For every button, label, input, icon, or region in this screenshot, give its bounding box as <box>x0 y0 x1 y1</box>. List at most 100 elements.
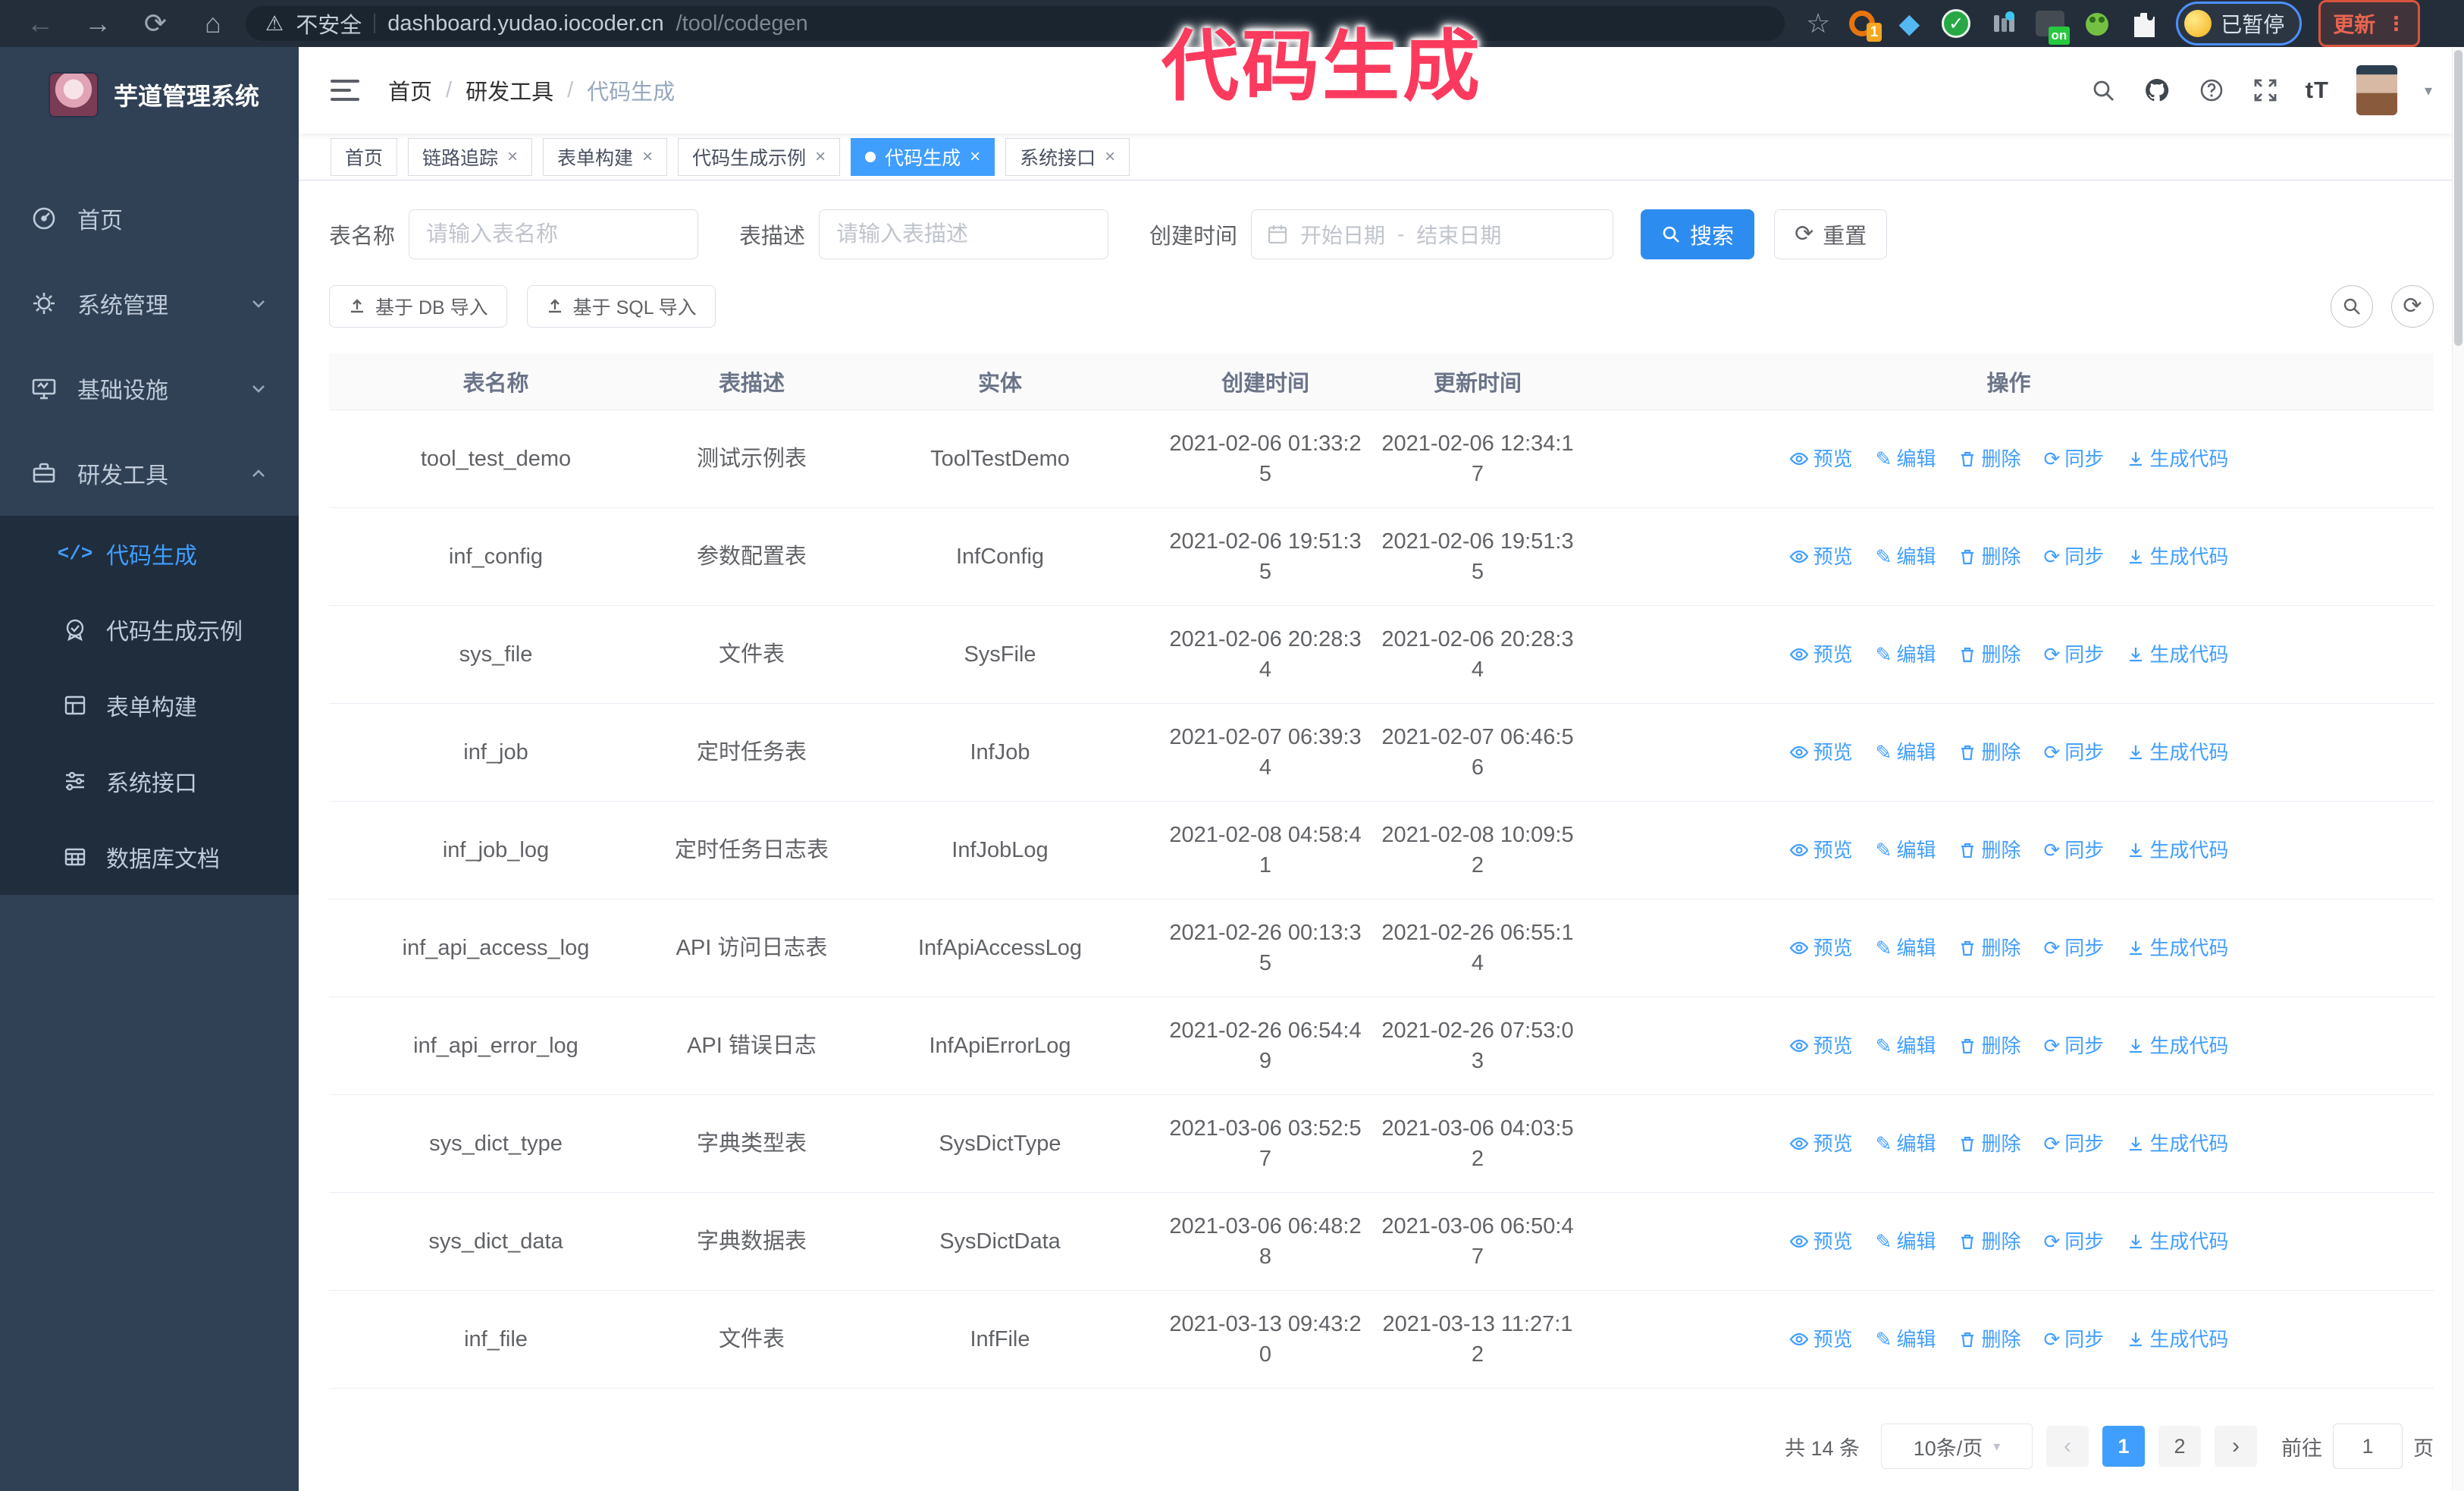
github-icon[interactable] <box>2143 77 2171 104</box>
preview-link[interactable]: 预览 <box>1789 541 1853 572</box>
extension-icon-proxy[interactable]: 1 <box>1847 8 1882 42</box>
edit-link[interactable]: ✎ 编辑 <box>1876 835 1936 865</box>
sidebar-item-codegen-demo[interactable]: 代码生成示例 <box>0 592 299 667</box>
close-icon[interactable]: × <box>642 147 653 166</box>
sync-link[interactable]: ⟳ 同步 <box>2044 1031 2105 1061</box>
toggle-search-button[interactable] <box>2331 285 2373 328</box>
preview-link[interactable]: 预览 <box>1789 1226 1853 1257</box>
edit-link[interactable]: ✎ 编辑 <box>1876 444 1936 474</box>
generate-code-link[interactable]: 生成代码 <box>2127 444 2228 474</box>
close-icon[interactable]: × <box>507 147 518 166</box>
edit-link[interactable]: ✎ 编辑 <box>1876 1226 1936 1257</box>
delete-link[interactable]: 删除 <box>1958 933 2021 963</box>
browser-forward-icon[interactable]: → <box>73 0 123 47</box>
page-size-select[interactable]: 10条/页 ▾ <box>1881 1424 2033 1469</box>
preview-link[interactable]: 预览 <box>1789 1324 1853 1354</box>
generate-code-link[interactable]: 生成代码 <box>2127 933 2228 963</box>
sync-link[interactable]: ⟳ 同步 <box>2044 933 2105 963</box>
delete-link[interactable]: 删除 <box>1958 1324 2021 1354</box>
generate-code-link[interactable]: 生成代码 <box>2127 1324 2228 1354</box>
generate-code-link[interactable]: 生成代码 <box>2127 541 2228 572</box>
extension-icon-onbox[interactable]: on <box>2035 8 2071 45</box>
browser-menu-dots-icon[interactable]: ⋮ <box>2386 12 2406 36</box>
sync-link[interactable]: ⟳ 同步 <box>2044 1324 2105 1354</box>
sync-link[interactable]: ⟳ 同步 <box>2044 1226 2105 1257</box>
profile-paused-pill[interactable]: 已暂停 <box>2176 2 2303 46</box>
goto-page-input[interactable] <box>2333 1424 2403 1469</box>
fullscreen-icon[interactable] <box>2252 77 2278 103</box>
delete-link[interactable]: 删除 <box>1958 639 2021 670</box>
sidebar-item-codegen[interactable]: </> 代码生成 <box>0 516 299 592</box>
browser-back-icon[interactable]: ← <box>15 0 65 47</box>
extension-icon-animal[interactable] <box>2082 8 2112 39</box>
delete-link[interactable]: 删除 <box>1958 1031 2021 1061</box>
next-page-button[interactable]: › <box>2215 1426 2257 1467</box>
edit-link[interactable]: ✎ 编辑 <box>1876 1128 1936 1159</box>
edit-link[interactable]: ✎ 编辑 <box>1876 737 1936 767</box>
preview-link[interactable]: 预览 <box>1789 737 1853 767</box>
close-icon[interactable]: × <box>970 147 980 166</box>
generate-code-link[interactable]: 生成代码 <box>2127 639 2228 670</box>
page-button-1[interactable]: 1 <box>2102 1426 2145 1467</box>
preview-link[interactable]: 预览 <box>1789 1128 1853 1159</box>
preview-link[interactable]: 预览 <box>1789 835 1853 865</box>
browser-reload-icon[interactable]: ⟳ <box>130 0 180 47</box>
close-icon[interactable]: × <box>815 147 826 166</box>
extension-icon-sliders[interactable] <box>1988 8 2018 39</box>
generate-code-link[interactable]: 生成代码 <box>2127 1226 2228 1257</box>
sidebar-item-system-api[interactable]: 系统接口 <box>0 743 299 819</box>
help-icon[interactable] <box>2198 77 2225 104</box>
preview-link[interactable]: 预览 <box>1789 639 1853 670</box>
address-bar[interactable]: ⚠ 不安全 dashboard.yudao.iocoder.cn/tool/co… <box>246 6 1785 41</box>
font-size-icon[interactable]: tT <box>2306 77 2329 104</box>
breadcrumb-item[interactable]: 研发工具 <box>466 74 553 106</box>
sidebar-item-system[interactable]: 系统管理 <box>0 261 299 346</box>
import-sql-button[interactable]: 基于 SQL 导入 <box>526 285 716 328</box>
sync-link[interactable]: ⟳ 同步 <box>2044 541 2105 572</box>
preview-link[interactable]: 预览 <box>1789 933 1853 963</box>
table-name-input[interactable] <box>409 209 699 259</box>
import-db-button[interactable]: 基于 DB 导入 <box>329 285 507 328</box>
edit-link[interactable]: ✎ 编辑 <box>1876 933 1936 963</box>
sidebar-item-devtools[interactable]: 研发工具 <box>0 431 299 516</box>
refresh-table-button[interactable]: ⟳ <box>2391 285 2434 328</box>
generate-code-link[interactable]: 生成代码 <box>2127 1031 2228 1061</box>
tab-system-api[interactable]: 系统接口 × <box>1005 137 1130 176</box>
sidebar-item-home[interactable]: 首页 <box>0 176 299 261</box>
delete-link[interactable]: 删除 <box>1958 1226 2021 1257</box>
sidebar-item-infra[interactable]: 基础设施 <box>0 346 299 431</box>
sync-link[interactable]: ⟳ 同步 <box>2044 444 2105 474</box>
extension-icon-gem[interactable]: ◆ <box>1894 8 1924 39</box>
tab-home[interactable]: 首页 <box>331 137 398 176</box>
prev-page-button[interactable]: ‹ <box>2046 1426 2089 1467</box>
preview-link[interactable]: 预览 <box>1789 444 1853 474</box>
tab-form-builder[interactable]: 表单构建 × <box>543 137 668 176</box>
delete-link[interactable]: 删除 <box>1958 541 2021 572</box>
page-button-2[interactable]: 2 <box>2158 1426 2201 1467</box>
edit-link[interactable]: ✎ 编辑 <box>1876 1324 1936 1354</box>
sidebar-item-db-doc[interactable]: 数据库文档 <box>0 819 299 895</box>
generate-code-link[interactable]: 生成代码 <box>2127 1128 2228 1159</box>
reset-button[interactable]: ⟳ 重置 <box>1774 209 1888 259</box>
tab-codegen[interactable]: 代码生成 × <box>851 137 995 176</box>
extension-icon-check[interactable]: ✓ <box>1941 8 1971 39</box>
edit-link[interactable]: ✎ 编辑 <box>1876 639 1936 670</box>
delete-link[interactable]: 删除 <box>1958 1128 2021 1159</box>
delete-link[interactable]: 删除 <box>1958 835 2021 865</box>
extensions-puzzle-button[interactable] <box>2129 8 2159 39</box>
close-icon[interactable]: × <box>1105 147 1115 166</box>
delete-link[interactable]: 删除 <box>1958 444 2021 474</box>
search-button[interactable]: 搜索 <box>1641 209 1755 259</box>
user-menu-caret-icon[interactable]: ▾ <box>2425 81 2432 100</box>
browser-home-icon[interactable]: ⌂ <box>188 0 238 47</box>
table-desc-input[interactable] <box>819 209 1109 259</box>
tab-trace[interactable]: 链路追踪 × <box>408 137 533 176</box>
user-avatar[interactable] <box>2356 65 2397 115</box>
sync-link[interactable]: ⟳ 同步 <box>2044 737 2105 767</box>
tab-codegen-demo[interactable]: 代码生成示例 × <box>678 137 841 176</box>
sync-link[interactable]: ⟳ 同步 <box>2044 639 2105 670</box>
preview-link[interactable]: 预览 <box>1789 1031 1853 1061</box>
sidebar-toggle-icon[interactable] <box>331 80 359 101</box>
sync-link[interactable]: ⟳ 同步 <box>2044 1128 2105 1159</box>
generate-code-link[interactable]: 生成代码 <box>2127 835 2228 865</box>
